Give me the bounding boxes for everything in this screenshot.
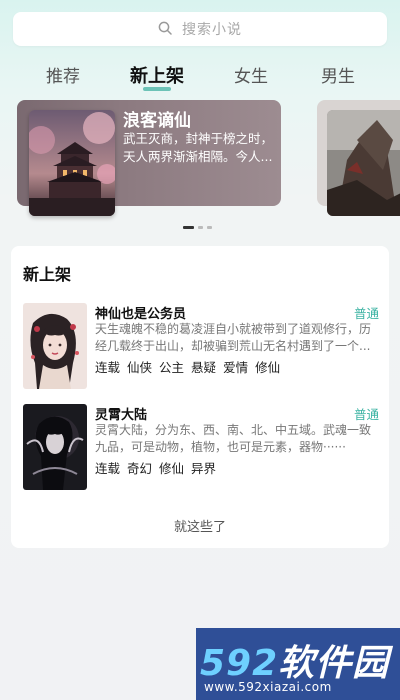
book-type-badge: 普通 <box>353 306 379 321</box>
search-placeholder: 搜索小说 <box>182 22 242 38</box>
next-cover-image[interactable] <box>327 110 400 216</box>
featured-title: 浪客谪仙 <box>123 111 191 131</box>
list-end-text: 就这些了 <box>173 520 226 535</box>
book-item[interactable]: 灵霄大陆 普通 灵霄大陆，分为东、西、南、北、中五域。武魂一致九品，可是动物，植… <box>23 404 379 494</box>
new-arrivals-panel: 新上架 神仙也是公务员 普通 天生魂魄不稳的葛凌涯自小就被带到了道观修行，历经几… <box>11 246 389 548</box>
book-type-badge: 普通 <box>353 407 379 422</box>
book-item[interactable]: 神仙也是公务员 普通 天生魂魄不稳的葛凌涯自小就被带到了道观修行，历经几载终于出… <box>23 303 379 393</box>
site-watermark: 592软件园 www.592xiazai.com <box>196 628 400 700</box>
watermark-url: www.592xiazai.com <box>204 680 332 694</box>
book-tags: 连载 仙侠 公主 悬疑 爱情 修仙 <box>95 357 280 376</box>
carousel-dot[interactable] <box>198 226 203 229</box>
book-tag: 仙侠 <box>127 360 153 375</box>
featured-cover-image[interactable] <box>29 110 115 216</box>
section-title: 新上架 <box>23 265 72 284</box>
tab-female[interactable]: 女生 <box>234 62 268 87</box>
book-cover-image[interactable] <box>23 404 87 490</box>
book-tag: 连载 <box>95 360 121 375</box>
category-tabs: 推荐 新上架 女生 男生 <box>0 58 400 94</box>
book-title: 神仙也是公务员 <box>95 307 187 322</box>
carousel-dot-active[interactable] <box>183 226 194 229</box>
book-tag: 修仙 <box>159 461 185 476</box>
tab-new-arrivals[interactable]: 新上架 <box>130 62 184 88</box>
book-tag: 异界 <box>191 461 217 476</box>
active-tab-indicator <box>143 87 171 91</box>
book-cover-image[interactable] <box>23 303 87 389</box>
carousel-pagination <box>183 226 212 229</box>
tab-male[interactable]: 男生 <box>321 62 355 87</box>
tab-recommend[interactable]: 推荐 <box>46 62 80 87</box>
featured-description: 武王灭商，封神于榜之时，天人两界渐渐相隔。今人... <box>123 131 274 164</box>
book-description: 灵霄大陆，分为东、西、南、北、中五域。武魂一致九品，可是动物，植物，也可是元素，… <box>95 423 372 454</box>
book-title: 灵霄大陆 <box>95 408 148 423</box>
carousel-dot[interactable] <box>207 226 212 229</box>
search-icon <box>158 20 172 39</box>
book-tag: 爱情 <box>223 360 249 375</box>
book-tag: 公主 <box>159 360 185 375</box>
book-tags: 连载 奇幻 修仙 异界 <box>95 458 216 477</box>
watermark-logo: 592软件园 <box>200 643 390 684</box>
book-tag: 修仙 <box>255 360 281 375</box>
book-description: 天生魂魄不稳的葛凌涯自小就被带到了道观修行，历经几载终于出山，却被骗到荒山无名村… <box>95 322 372 353</box>
search-bar[interactable]: 搜索小说 <box>13 12 387 46</box>
book-tag: 奇幻 <box>127 461 153 476</box>
book-tag: 连载 <box>95 461 121 476</box>
featured-carousel: 浪客谪仙 武王灭商，封神于榜之时，天人两界渐渐相隔。今人... <box>0 98 400 229</box>
book-tag: 悬疑 <box>191 360 217 375</box>
